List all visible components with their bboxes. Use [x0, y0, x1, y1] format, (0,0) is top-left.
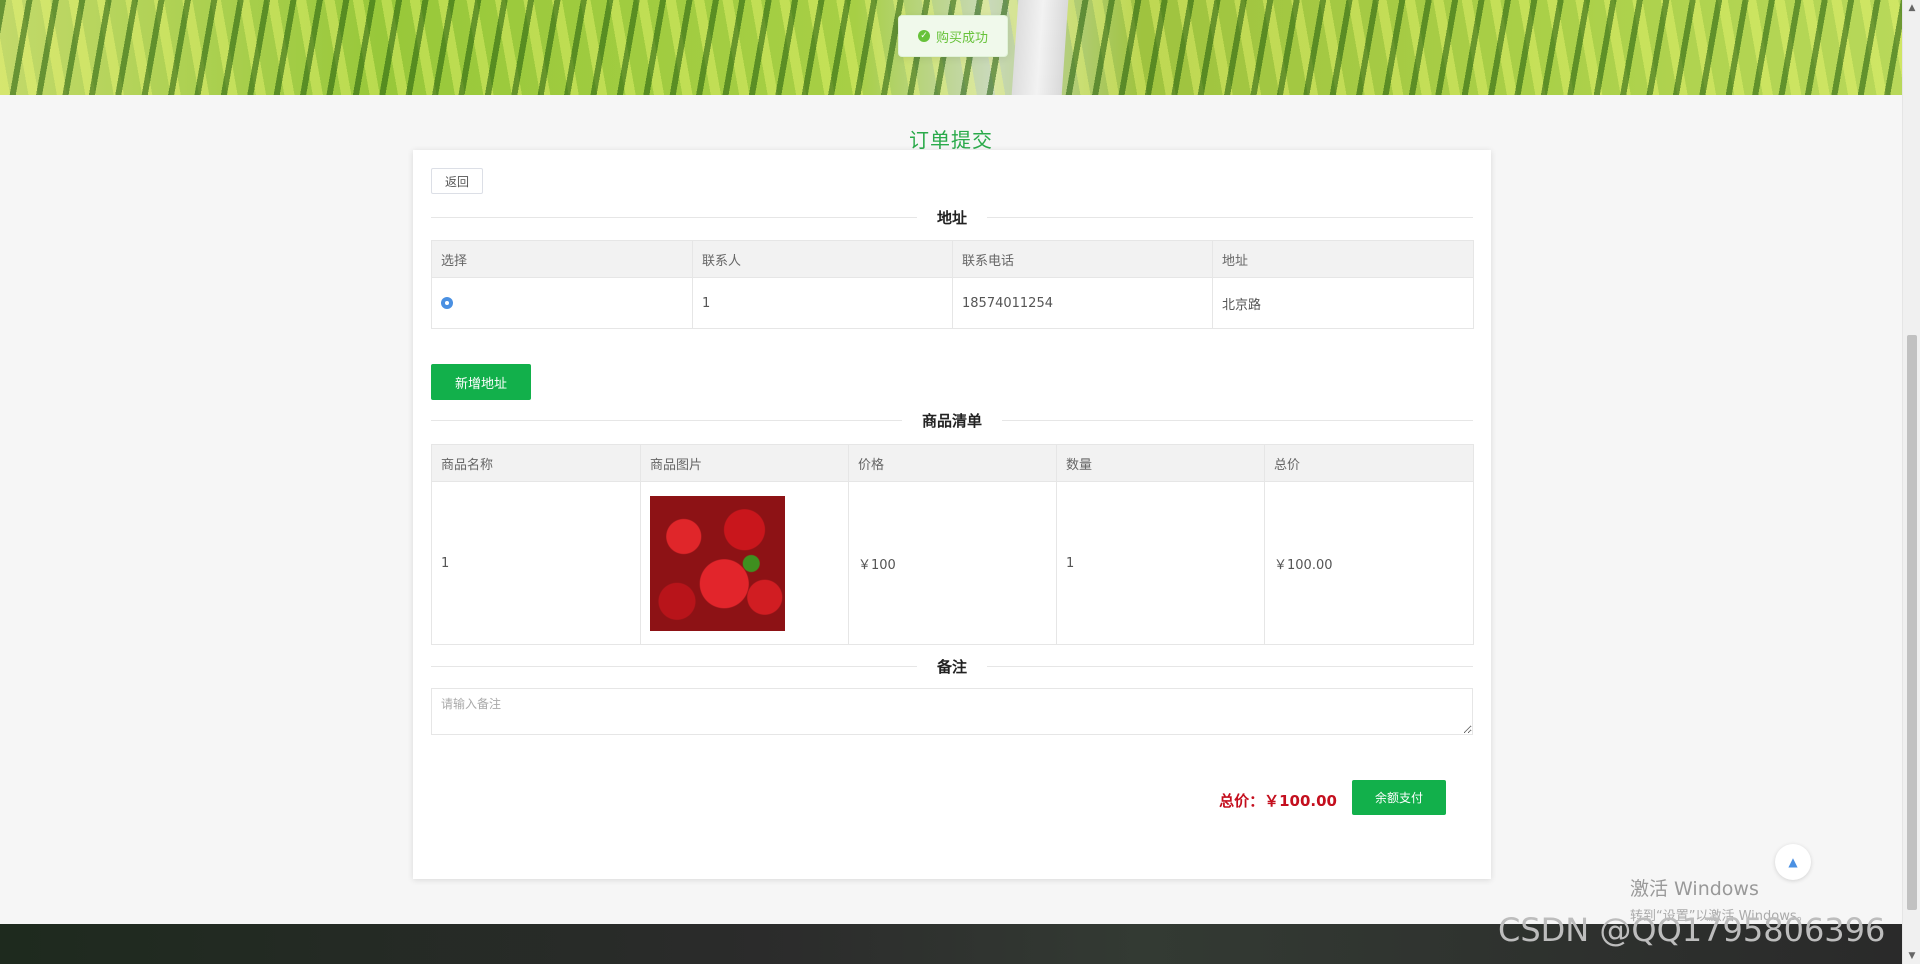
toast-message: ✓ 购买成功 — [898, 15, 1008, 57]
toast-text: 购买成功 — [935, 30, 988, 46]
column-header-name: 商品名称 — [431, 444, 641, 482]
goods-section-title: 商品清单 — [431, 410, 1473, 430]
strawberry-image — [650, 495, 785, 631]
goods-name: 1 — [431, 481, 641, 645]
column-header-address: 地址 — [1212, 240, 1474, 278]
add-address-button[interactable]: 新增地址 — [431, 364, 531, 400]
scroll-up-arrow-icon[interactable]: ▲ — [1903, 0, 1920, 16]
page-title: 订单提交 — [909, 128, 993, 152]
order-total: 总价：￥100.00 — [1219, 792, 1337, 810]
column-header-contact: 联系人 — [692, 240, 953, 278]
column-header-price: 价格 — [848, 444, 1057, 482]
column-header-image: 商品图片 — [640, 444, 849, 482]
address-section-title: 地址 — [431, 207, 1473, 227]
goods-total: ￥100.00 — [1264, 481, 1474, 645]
table-row[interactable]: 1 18574011254 北京路 — [431, 277, 1474, 329]
remark-section-title: 备注 — [431, 656, 1473, 676]
address-phone: 18574011254 — [952, 277, 1213, 329]
back-button[interactable]: 返回 — [431, 168, 483, 194]
column-header-select: 选择 — [431, 240, 693, 278]
address-title-text: 地址 — [937, 208, 968, 227]
vertical-scrollbar[interactable]: ▲ ▼ — [1902, 0, 1920, 964]
table-row: 1 ￥100 1 ￥100.00 — [431, 481, 1474, 645]
address-table: 选择 联系人 联系电话 地址 1 18574011254 北京路 — [431, 240, 1474, 329]
address-radio[interactable] — [441, 297, 453, 309]
goods-title-text: 商品清单 — [922, 411, 983, 430]
banner-road — [1011, 0, 1069, 95]
goods-table: 商品名称 商品图片 价格 数量 总价 1 ￥100 1 ￥100.00 — [431, 444, 1474, 645]
remark-input[interactable] — [431, 688, 1473, 735]
column-header-total: 总价 — [1264, 444, 1474, 482]
order-card: 返回 地址 选择 联系人 联系电话 地址 1 18574011254 北京路 新… — [413, 150, 1491, 879]
address-table-header: 选择 联系人 联系电话 地址 — [431, 240, 1474, 278]
goods-quantity: 1 — [1056, 481, 1265, 645]
balance-pay-button[interactable]: 余额支付 — [1352, 780, 1446, 815]
column-header-phone: 联系电话 — [952, 240, 1213, 278]
address-text: 北京路 — [1212, 277, 1474, 329]
column-header-quantity: 数量 — [1056, 444, 1265, 482]
scrollbar-thumb[interactable] — [1907, 335, 1917, 910]
address-contact: 1 — [692, 277, 953, 329]
goods-image-cell — [640, 481, 849, 645]
goods-table-header: 商品名称 商品图片 价格 数量 总价 — [431, 444, 1474, 482]
scroll-down-arrow-icon[interactable]: ▼ — [1903, 948, 1920, 964]
goods-price: ￥100 — [848, 481, 1057, 645]
caret-up-icon: ▲ — [1788, 855, 1798, 869]
activation-title: 激活 Windows — [1630, 878, 1759, 900]
remark-title-text: 备注 — [937, 657, 968, 676]
page: ✓ 购买成功 订单提交 返回 地址 选择 联系人 联系电话 地址 1 18574… — [0, 0, 1920, 964]
success-check-icon: ✓ — [917, 30, 930, 42]
address-select-cell[interactable] — [431, 277, 693, 329]
csdn-watermark: CSDN @QQ1795806396 — [1498, 911, 1886, 949]
